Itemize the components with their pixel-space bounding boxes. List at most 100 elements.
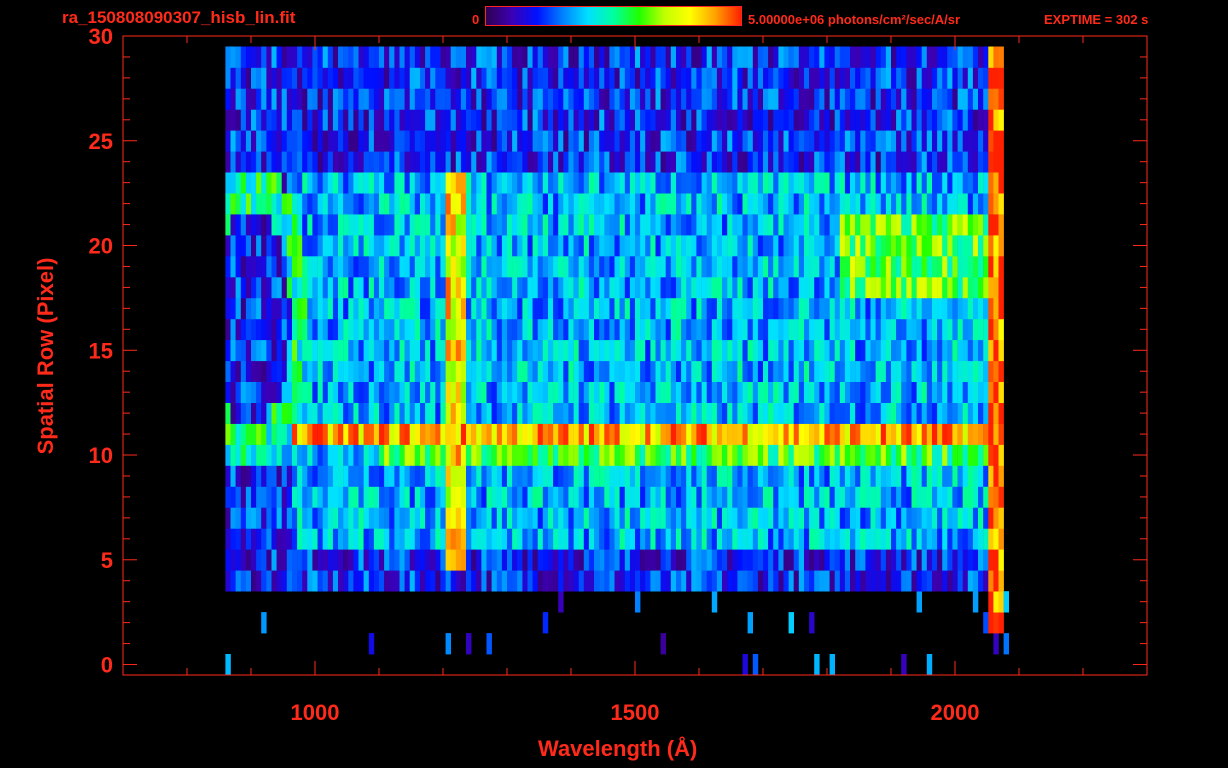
heatmap-cell [363, 381, 369, 403]
heatmap-cell [757, 549, 764, 571]
heatmap-cell [814, 214, 820, 236]
heatmap-cell [343, 235, 349, 257]
heatmap-cell [225, 46, 231, 68]
heatmap-cell [804, 67, 810, 89]
heatmap-cell [896, 465, 902, 487]
heatmap-cell [455, 486, 462, 508]
heatmap-cell [594, 381, 600, 403]
heatmap-cell [553, 444, 559, 466]
heatmap-cell [629, 528, 636, 550]
heatmap-cell [517, 151, 523, 173]
heatmap-cell [440, 130, 446, 152]
heatmap-cell [972, 465, 979, 487]
heatmap-cell [716, 381, 723, 403]
heatmap-cell [343, 297, 349, 320]
heatmap-cell [522, 193, 528, 215]
heatmap-cell [814, 67, 820, 89]
heatmap-cell [358, 444, 364, 466]
heatmap-cell [425, 109, 431, 131]
heatmap-cell [901, 193, 907, 215]
heatmap-cell [896, 339, 902, 362]
heatmap-cell [261, 214, 267, 236]
heatmap-cell [404, 151, 410, 173]
heatmap-cell [240, 193, 247, 215]
heatmap-cell [281, 360, 288, 382]
heatmap-cell [691, 256, 697, 278]
heatmap-cell [681, 193, 687, 215]
heatmap-cell [568, 402, 574, 424]
heatmap-cell [455, 67, 462, 89]
heatmap-cell [952, 339, 958, 362]
heatmap-cell [737, 46, 743, 68]
heatmap-cell [839, 339, 846, 362]
heatmap-cell [911, 486, 917, 508]
heatmap-cell [967, 402, 974, 424]
heatmap-cell [957, 528, 963, 550]
heatmap-cell [727, 423, 733, 445]
heatmap-cell [363, 151, 369, 173]
heatmap-cell [645, 570, 651, 592]
heatmap-cell [916, 235, 922, 257]
heatmap-cell [885, 151, 892, 173]
heatmap-cell [327, 256, 334, 278]
heatmap-cell [711, 339, 718, 362]
heatmap-cell [865, 193, 871, 215]
heatmap-cell [916, 444, 922, 466]
heatmap-cell [875, 46, 881, 68]
heatmap-cell [942, 151, 948, 173]
heatmap-cell [711, 465, 718, 487]
heatmap-cell [537, 507, 544, 529]
heatmap-cell [783, 88, 789, 110]
heatmap-cell [312, 214, 318, 236]
heatmap-cell [573, 297, 579, 320]
heatmap-cell [978, 444, 984, 466]
heatmap-cell [235, 256, 241, 278]
heatmap-cell [804, 109, 810, 131]
heatmap-cell [578, 465, 585, 487]
heatmap-cell [972, 130, 979, 152]
heatmap-cell [486, 402, 492, 424]
heatmap-cell [604, 67, 610, 89]
heatmap-cell [292, 339, 298, 362]
heatmap-cell [875, 67, 881, 89]
heatmap-cell [747, 402, 753, 424]
heatmap-cell [522, 235, 528, 257]
heatmap-cell [338, 360, 344, 382]
heatmap-cell [891, 570, 897, 592]
heatmap-cell [445, 423, 451, 445]
heatmap-cell [834, 318, 841, 341]
heatmap-cell [486, 109, 492, 131]
heatmap-cell [414, 339, 421, 362]
heatmap-cell [747, 67, 753, 89]
heatmap-cell [548, 276, 554, 299]
heatmap-cell [379, 402, 385, 424]
heatmap-cell [225, 130, 231, 152]
heatmap-cell [358, 214, 364, 236]
heatmap-cell [737, 381, 743, 403]
heatmap-cell [972, 151, 979, 173]
heatmap-cell [312, 486, 318, 508]
heatmap-cell [302, 444, 308, 466]
heatmap-cell [573, 109, 579, 131]
heatmap-cell [901, 67, 907, 89]
heatmap-cell [430, 256, 436, 278]
heatmap-cell [635, 591, 641, 613]
heatmap-cell [414, 570, 421, 592]
heatmap-cell [932, 109, 938, 131]
heatmap-cell [481, 507, 487, 529]
y-tick-label: 20 [89, 234, 113, 259]
heatmap-cell [706, 465, 713, 487]
heatmap-cell [722, 67, 728, 89]
heatmap-cell [722, 297, 728, 320]
heatmap-cell [491, 507, 497, 529]
heatmap-cell [650, 360, 656, 382]
heatmap-cell [937, 360, 943, 382]
heatmap-cell [435, 109, 441, 131]
heatmap-cell [312, 235, 318, 257]
heatmap-cell [819, 46, 825, 68]
heatmap-cell [768, 423, 774, 445]
heatmap-cell [865, 465, 871, 487]
heatmap-cell [911, 88, 917, 110]
heatmap-cell [819, 528, 825, 550]
heatmap-cell [286, 109, 293, 131]
